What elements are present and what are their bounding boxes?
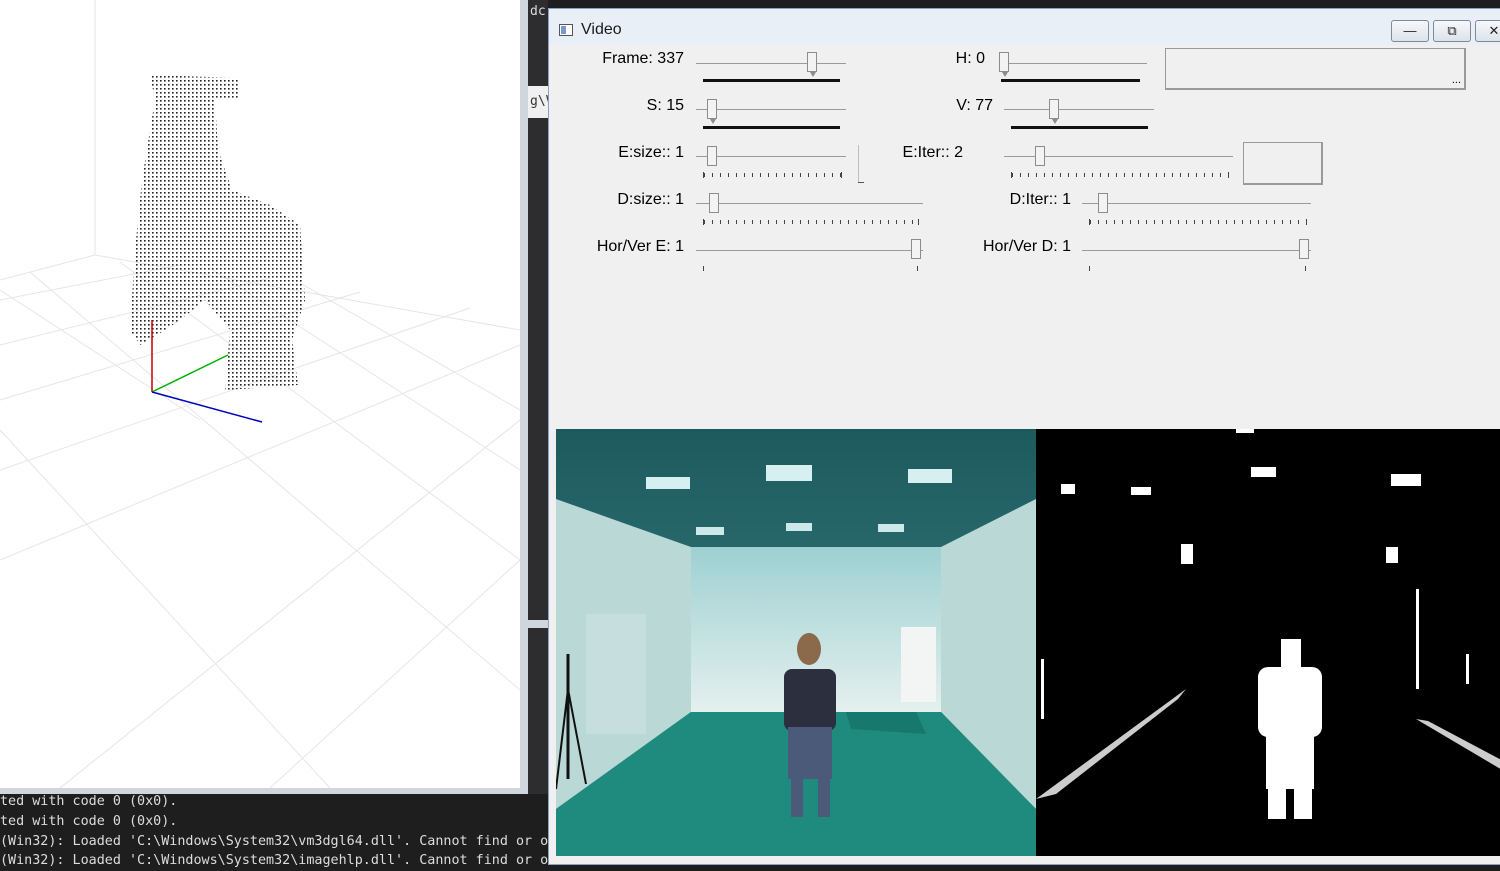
window-title: Video [581, 21, 622, 38]
trackbar-horver-d-thumb[interactable] [1299, 239, 1309, 259]
trackbar-label-h: H: 0 [955, 50, 985, 67]
trackbar-frame-bar [703, 79, 840, 82]
point-cloud-viewer[interactable] [0, 0, 528, 788]
point-cloud-canvas[interactable] [0, 0, 520, 788]
trackbar-diter-thumb[interactable] [1098, 193, 1108, 213]
mask-noise [1041, 429, 1469, 719]
mask-video-frame [1036, 429, 1500, 856]
trackbar-esize-track[interactable] [696, 156, 846, 157]
trackbar-frame-track[interactable] [696, 63, 846, 64]
ide-background-strip: dc g\V [528, 0, 548, 795]
divider-tick [858, 182, 864, 183]
trackbar-label-horver-d: Hor/Ver D: 1 [982, 238, 1071, 255]
tick-max [917, 266, 918, 271]
console-line: (Win32): Loaded 'C:\Windows\System32\vm3… [0, 834, 549, 849]
trackbar-dsize-ticks [703, 219, 919, 225]
ceiling-light [786, 523, 812, 531]
ceiling-light [878, 524, 904, 532]
color-video-frame [556, 429, 1036, 856]
trackbar-s-thumb[interactable] [707, 99, 717, 124]
trackbar-label-dsize: D:size:: 1 [617, 191, 684, 208]
trackbar-esize-ticks [703, 172, 842, 178]
ceiling-light [908, 469, 952, 483]
trackbar-dsize-thumb[interactable] [709, 193, 719, 213]
mask-floor-edge-right [1416, 719, 1500, 769]
mask-person [1258, 639, 1322, 819]
person-head [797, 633, 821, 665]
trackbar-label-horver-e: Hor/Ver E: 1 [596, 238, 684, 255]
trackbar-horver-e-track[interactable] [696, 250, 923, 251]
trackbar-eiter-ticks [1011, 172, 1229, 178]
trackbar-eiter-thumb[interactable] [1035, 146, 1045, 166]
trackbar-v-track[interactable] [1004, 109, 1154, 110]
panel-glyph: ... [1451, 74, 1461, 86]
trackbar-dsize-track[interactable] [696, 203, 923, 204]
mask-floor-edge-left [1036, 689, 1186, 799]
trackbar-label-frame: Frame: 337 [602, 50, 684, 67]
output-panel-top: ... [1165, 48, 1466, 90]
console-line: ted with code 0 (0x0). [0, 814, 178, 829]
person-legs [788, 727, 832, 779]
title-bar[interactable]: Video — ⧉ ✕ [549, 9, 1500, 45]
ceiling-light [696, 527, 724, 535]
output-console: ted with code 0 (0x0). ted with code 0 (… [0, 794, 560, 868]
tick-min [703, 266, 704, 271]
trackbar-h-bar [1001, 79, 1140, 82]
minimize-icon: — [1403, 23, 1417, 38]
trackbar-v-thumb[interactable] [1049, 99, 1059, 124]
grid-floor [0, 0, 520, 788]
output-panel-mid [1243, 142, 1323, 185]
trackbar-h-track[interactable] [1004, 63, 1147, 64]
console-line: (Win32): Loaded 'C:\Windows\System32\ima… [0, 853, 549, 868]
ide-title-fragment: dc [530, 4, 546, 19]
trackbar-s-track[interactable] [696, 109, 846, 110]
ceiling-light [766, 465, 812, 481]
tick-min [1089, 266, 1090, 271]
trackbar-diter-ticks [1089, 219, 1307, 225]
maximize-button[interactable]: ⧉ [1433, 20, 1471, 42]
trackbar-horver-e-thumb[interactable] [911, 239, 921, 259]
trackbar-v-bar [1011, 126, 1148, 129]
trackbar-frame-thumb[interactable] [807, 52, 817, 77]
trackbar-h-thumb[interactable] [999, 52, 1009, 77]
maximize-icon: ⧉ [1447, 23, 1457, 38]
trackbar-label-v: V: 77 [956, 97, 993, 114]
trackbar-label-diter: D:Iter:: 1 [1009, 191, 1071, 208]
trackbar-label-eiter: E:Iter:: 2 [902, 144, 963, 161]
trackbar-label-esize: E:size:: 1 [618, 144, 684, 161]
left-door [586, 614, 646, 734]
trackbar-label-s: S: 15 [646, 97, 684, 114]
ceiling-light [646, 477, 690, 489]
app-window-icon [559, 24, 573, 36]
ide-scrollbar[interactable] [528, 620, 548, 628]
close-icon: ✕ [1488, 23, 1500, 38]
trackbar-esize-thumb[interactable] [707, 146, 717, 166]
video-window[interactable]: Video — ⧉ ✕ Frame: 337 H: 0 ... S: 15 V:… [548, 8, 1500, 865]
trackbar-horver-d-track[interactable] [1082, 250, 1311, 251]
divider [858, 145, 859, 183]
close-button[interactable]: ✕ [1475, 20, 1500, 42]
console-line: ted with code 0 (0x0). [0, 794, 178, 809]
point-cloud-figure [130, 75, 305, 390]
tick-max [1305, 266, 1306, 271]
minimize-button[interactable]: — [1391, 20, 1429, 42]
ide-path-fragment: g\V [530, 94, 548, 109]
trackbar-diter-track[interactable] [1082, 203, 1311, 204]
white-cloth [901, 627, 936, 702]
trackbar-s-bar [703, 126, 840, 129]
person-torso [784, 669, 836, 731]
